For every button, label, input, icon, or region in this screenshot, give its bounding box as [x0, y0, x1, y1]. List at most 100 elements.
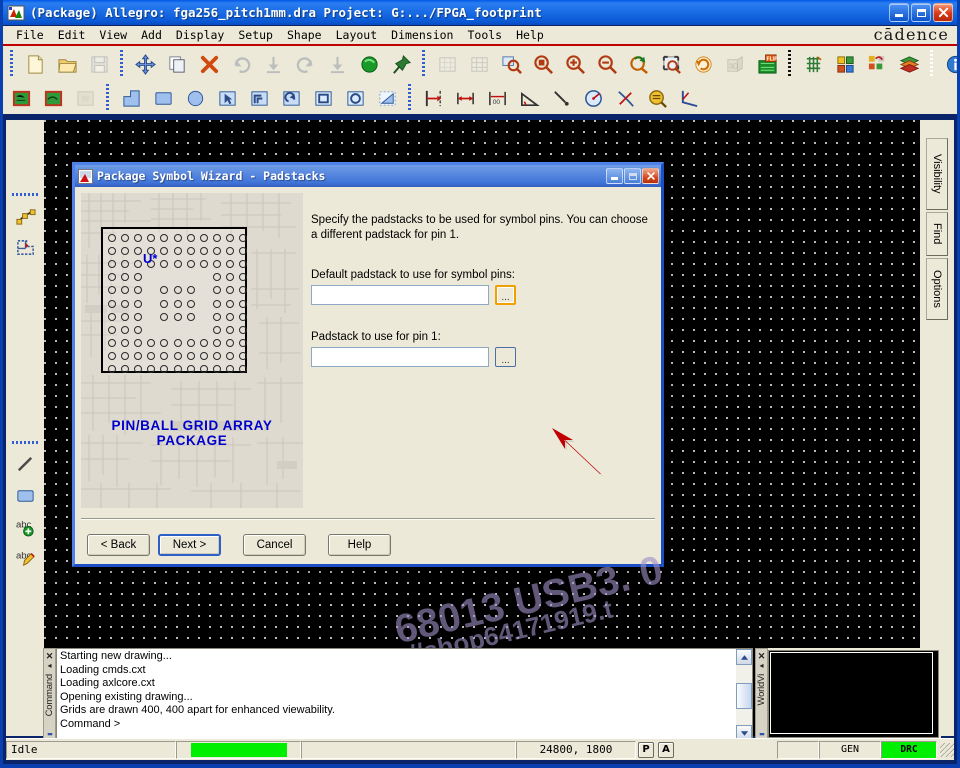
copy-icon[interactable]	[162, 49, 192, 79]
zoom-fit-grid-icon[interactable]	[432, 49, 462, 79]
3d-view-icon[interactable]: 3D	[720, 49, 750, 79]
circle-outline-icon[interactable]	[340, 83, 370, 113]
undo-step-icon[interactable]	[258, 49, 288, 79]
edit-text-icon[interactable]: abc	[10, 542, 40, 572]
command-scrollbar[interactable]	[736, 648, 753, 742]
menu-tools[interactable]: Tools	[460, 26, 509, 44]
undo-icon[interactable]	[226, 49, 256, 79]
add-text-icon[interactable]: abc	[10, 511, 40, 541]
worldview-canvas[interactable]	[768, 650, 939, 738]
design-canvas[interactable]: Package Symbol Wizard - Padstacks U* PIN…	[44, 120, 920, 736]
flip-design-icon[interactable]: FLIP	[752, 49, 782, 79]
menu-layout[interactable]: Layout	[329, 26, 385, 44]
dim-chamfer-icon[interactable]	[674, 83, 704, 113]
refresh-icon[interactable]	[688, 49, 718, 79]
toolbar-grip[interactable]	[407, 84, 413, 112]
minimize-button[interactable]	[889, 3, 909, 22]
rectangle-icon[interactable]	[148, 83, 178, 113]
toolbar-grip[interactable]	[105, 84, 111, 112]
worldview-collapse-icon[interactable]: ◂	[759, 661, 763, 671]
menu-view[interactable]: View	[92, 26, 134, 44]
scroll-thumb[interactable]	[736, 683, 752, 709]
maximize-button[interactable]	[911, 3, 931, 22]
menu-edit[interactable]: Edit	[51, 26, 93, 44]
menu-dimension[interactable]: Dimension	[384, 26, 460, 44]
toolbar-grip[interactable]	[9, 50, 15, 78]
redo-icon[interactable]	[290, 49, 320, 79]
polygon-icon[interactable]	[116, 83, 146, 113]
shape-offset-icon[interactable]	[244, 83, 274, 113]
help-button[interactable]: Help	[328, 534, 391, 556]
move-icon[interactable]	[130, 49, 160, 79]
dialog-maximize-button[interactable]	[624, 168, 641, 184]
scroll-up-icon[interactable]	[736, 649, 752, 665]
draw-rectangle-icon[interactable]	[10, 480, 40, 510]
cancel-button[interactable]: Cancel	[243, 534, 306, 556]
zoom-center-icon[interactable]	[528, 49, 558, 79]
worldview-close-icon[interactable]: ✕	[758, 651, 766, 661]
dim-angular-icon[interactable]	[514, 83, 544, 113]
square-outline-icon[interactable]	[308, 83, 338, 113]
toolbar-grip[interactable]	[929, 50, 935, 78]
next-button[interactable]: Next >	[158, 534, 221, 556]
pin-icon[interactable]	[386, 49, 416, 79]
toolbar-grip[interactable]	[119, 50, 125, 78]
zoom-previous-icon[interactable]	[624, 49, 654, 79]
close-button[interactable]	[933, 3, 953, 22]
dock-tab-find[interactable]: Find	[926, 212, 948, 256]
pin1-padstack-browse-button[interactable]: ...	[495, 347, 516, 367]
color-blob-icon[interactable]	[354, 49, 384, 79]
pin1-padstack-input[interactable]	[311, 347, 489, 367]
shape-delete-icon[interactable]	[70, 83, 100, 113]
default-padstack-input[interactable]	[311, 285, 489, 305]
redo-step-icon[interactable]	[322, 49, 352, 79]
default-padstack-browse-button[interactable]: ...	[495, 285, 516, 305]
draw-line-icon[interactable]	[10, 449, 40, 479]
dialog-minimize-button[interactable]	[606, 168, 623, 184]
status-toggle-p[interactable]: P	[638, 741, 654, 758]
shape-fill-icon[interactable]	[372, 83, 402, 113]
window-resize-grip[interactable]	[940, 742, 954, 757]
delete-x-icon[interactable]	[194, 49, 224, 79]
status-toggle-a[interactable]: A	[658, 741, 674, 758]
select-shape-icon[interactable]	[212, 83, 242, 113]
toolbar-grip[interactable]	[787, 50, 793, 78]
subclass-stack-icon[interactable]	[894, 49, 924, 79]
info-icon[interactable]	[940, 49, 957, 79]
layer-priority-icon[interactable]	[862, 49, 892, 79]
color-palette-icon[interactable]	[830, 49, 860, 79]
menu-help[interactable]: Help	[509, 26, 551, 44]
circle-icon[interactable]	[180, 83, 210, 113]
dim-diameter-icon[interactable]	[610, 83, 640, 113]
dim-baseline-icon[interactable]	[418, 83, 448, 113]
dialog-close-button[interactable]	[642, 168, 659, 184]
command-panel-close-icon[interactable]: ✕	[46, 651, 54, 661]
dim-leader-icon[interactable]	[546, 83, 576, 113]
shape-corner-icon[interactable]	[10, 232, 40, 262]
back-button[interactable]: < Back	[87, 534, 150, 556]
dock-tab-options[interactable]: Options	[926, 258, 948, 320]
dim-radial-icon[interactable]	[578, 83, 608, 113]
menu-shape[interactable]: Shape	[280, 26, 329, 44]
zoom-window-icon[interactable]	[496, 49, 526, 79]
zoom-grid-icon[interactable]	[464, 49, 494, 79]
save-icon[interactable]	[84, 49, 114, 79]
zoom-selection-icon[interactable]	[656, 49, 686, 79]
shape-edit-icon[interactable]	[38, 83, 68, 113]
grid-toggle-icon[interactable]	[798, 49, 828, 79]
path-connect-icon[interactable]	[10, 201, 40, 231]
menu-add[interactable]: Add	[134, 26, 169, 44]
shape-rotate-icon[interactable]	[276, 83, 306, 113]
status-drc-badge[interactable]: DRC	[881, 740, 937, 759]
zoom-in-icon[interactable]	[560, 49, 590, 79]
menu-display[interactable]: Display	[169, 26, 231, 44]
scroll-track[interactable]	[736, 665, 752, 725]
menu-file[interactable]: File	[9, 26, 51, 44]
toolbar-grip[interactable]	[421, 50, 427, 78]
command-log[interactable]: Starting new drawing... Loading cmds.cxt…	[56, 648, 736, 742]
zoom-out-icon[interactable]	[592, 49, 622, 79]
dim-ordinate-icon[interactable]: 00	[482, 83, 512, 113]
new-file-icon[interactable]	[20, 49, 50, 79]
menu-setup[interactable]: Setup	[231, 26, 280, 44]
command-prompt[interactable]: Command >	[60, 718, 733, 732]
